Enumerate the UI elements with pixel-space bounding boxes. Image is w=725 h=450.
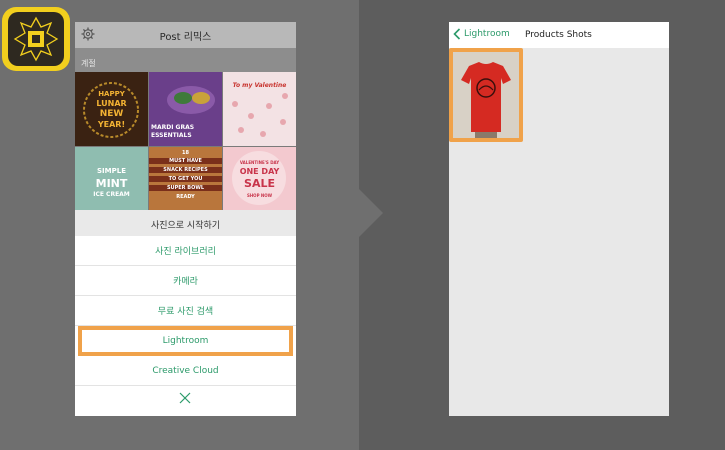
gear-icon[interactable]: [81, 27, 95, 41]
template-tile-snack-recipes[interactable]: 18 MUST HAVE SNACK RECIPES TO GET YOU SU…: [149, 147, 222, 210]
template-tile-mint-ice-cream[interactable]: SIMPLE MINT ICE CREAM: [75, 147, 148, 210]
app-icon: [2, 7, 70, 71]
chevron-left-icon: [453, 28, 461, 40]
lightroom-album-screen: Lightroom Products Shots: [449, 22, 669, 416]
back-button[interactable]: Lightroom: [453, 28, 510, 40]
option-free-photo-search[interactable]: 무료 사진 검색: [75, 296, 296, 326]
back-label: Lightroom: [464, 29, 510, 39]
start-with-photo-sheet: 사진으로 시작하기 사진 라이브러리 카메라 무료 사진 검색 Lightroo…: [75, 210, 296, 416]
screen-title: Post 리믹스: [159, 32, 212, 43]
template-tile-mardi-gras[interactable]: MARDI GRAS ESSENTIALS: [149, 72, 222, 146]
sheet-title: 사진으로 시작하기: [150, 221, 221, 231]
red-tshirt-photo: [453, 52, 519, 138]
top-bar: Lightroom Products Shots: [449, 22, 669, 48]
spark-post-logo-icon: [13, 16, 59, 62]
top-bar: Post 리믹스: [75, 22, 296, 48]
template-tile-lunar-new-year[interactable]: HAPPY LUNAR NEW YEAR!: [75, 72, 148, 146]
template-grid: HAPPY LUNAR NEW YEAR! MARDI GRAS ESSENTI…: [75, 72, 296, 210]
album-title: Products Shots: [525, 30, 592, 40]
section-label: 계절: [81, 59, 96, 68]
close-icon[interactable]: [179, 392, 191, 404]
photo-thumbnail-selected[interactable]: [449, 48, 523, 142]
option-lightroom[interactable]: Lightroom: [78, 326, 293, 356]
post-remix-screen: Post 리믹스 계절 HAPPY LUNAR NEW YEAR! MARDI …: [75, 22, 296, 416]
step-arrow-icon: [359, 189, 383, 237]
template-tile-valentine[interactable]: To my Valentine: [223, 72, 296, 146]
option-creative-cloud[interactable]: Creative Cloud: [75, 356, 296, 386]
option-camera[interactable]: 카메라: [75, 266, 296, 296]
option-photo-library[interactable]: 사진 라이브러리: [75, 236, 296, 266]
template-tile-valentines-sale[interactable]: VALENTINE'S DAY ONE DAY SALE SHOP NOW: [223, 147, 296, 210]
